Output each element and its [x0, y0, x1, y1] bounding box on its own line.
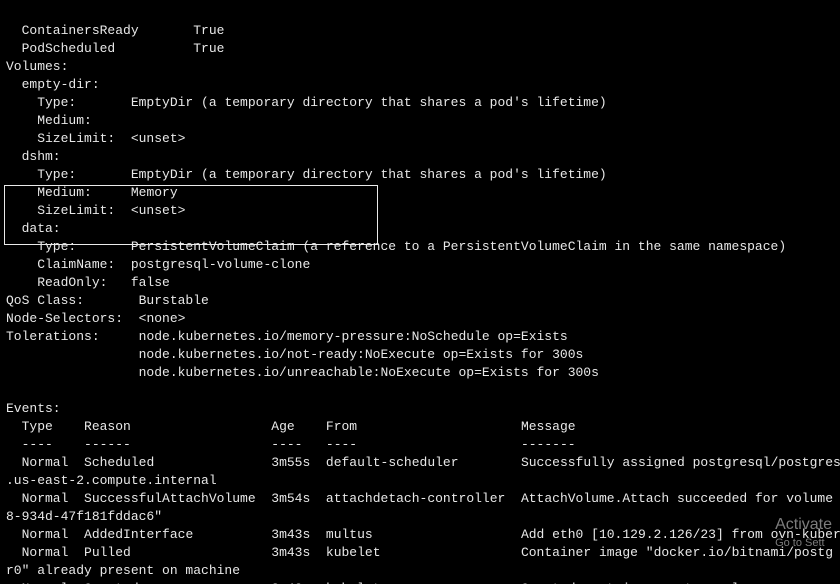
events-columns: Type Reason Age From Message [6, 419, 576, 434]
tolerations-2: node.kubernetes.io/not-ready:NoExecute o… [6, 347, 583, 362]
windows-activation-watermark: Activate Go to Sett [775, 516, 832, 552]
events-separator: ---- ------ ---- ---- ------- [6, 437, 576, 452]
vol-emptydir-name: empty-dir: [6, 77, 100, 92]
vol-dshm-type: Type: EmptyDir (a temporary directory th… [6, 167, 607, 182]
volumes-header: Volumes: [6, 59, 68, 74]
vol-dshm-name: dshm: [6, 149, 61, 164]
tolerations-1: Tolerations: node.kubernetes.io/memory-p… [6, 329, 568, 344]
vol-emptydir-type: Type: EmptyDir (a temporary directory th… [6, 95, 607, 110]
watermark-title: Activate [775, 516, 832, 534]
tolerations-3: node.kubernetes.io/unreachable:NoExecute… [6, 365, 599, 380]
cond-podscheduled: PodScheduled True [6, 41, 224, 56]
vol-dshm-size: SizeLimit: <unset> [6, 203, 185, 218]
watermark-subtitle: Go to Sett [775, 534, 832, 552]
terminal-output[interactable]: ContainersReady True PodScheduled True V… [0, 0, 840, 584]
events-header: Events: [6, 401, 61, 416]
vol-emptydir-size: SizeLimit: <unset> [6, 131, 185, 146]
vol-data-type: Type: PersistentVolumeClaim (a reference… [6, 239, 786, 254]
vol-data-name: data: [6, 221, 61, 236]
event-row-pulled-wrap: r0" already present on machine [6, 563, 240, 578]
node-selectors: Node-Selectors: <none> [6, 311, 185, 326]
event-row-pulled: Normal Pulled 3m43s kubelet Container im… [6, 545, 833, 560]
event-row-attachvolume: Normal SuccessfulAttachVolume 3m54s atta… [6, 491, 840, 506]
event-row-scheduled-wrap: .us-east-2.compute.internal [6, 473, 217, 488]
vol-data-readonly: ReadOnly: false [6, 275, 170, 290]
event-row-scheduled: Normal Scheduled 3m55s default-scheduler… [6, 455, 840, 470]
cond-containersready: ContainersReady True [6, 23, 224, 38]
qos-class: QoS Class: Burstable [6, 293, 209, 308]
event-row-addedinterface: Normal AddedInterface 3m43s multus Add e… [6, 527, 840, 542]
vol-data-claimname: ClaimName: postgresql-volume-clone [6, 257, 310, 272]
event-row-attachvolume-wrap: 8-934d-47f181fddac6" [6, 509, 162, 524]
vol-dshm-medium: Medium: Memory [6, 185, 178, 200]
vol-emptydir-medium: Medium: [6, 113, 131, 128]
